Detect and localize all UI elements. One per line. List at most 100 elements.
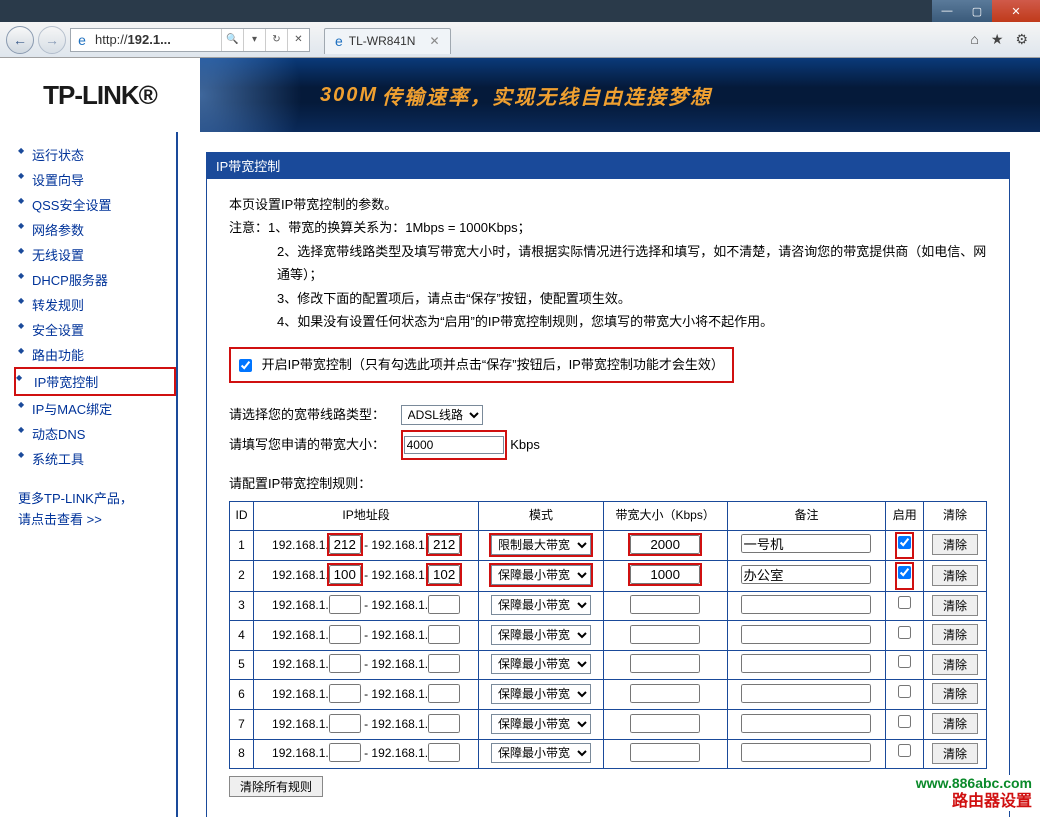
note-input[interactable] [741, 595, 871, 614]
enable-row-checkbox[interactable] [898, 566, 911, 579]
address-bar[interactable]: e http://192.1... 🔍 ▾ ↻ ✕ [70, 28, 310, 52]
ip-from-input[interactable] [329, 654, 361, 673]
sidebar-item-0[interactable]: 运行状态 [18, 142, 176, 167]
clear-row-button[interactable]: 清除 [932, 595, 978, 616]
clear-row-button[interactable]: 清除 [932, 624, 978, 645]
settings-icon[interactable]: ⚙ [1015, 31, 1028, 48]
sidebar-item-1[interactable]: 设置向导 [18, 167, 176, 192]
enable-row-checkbox[interactable] [898, 744, 911, 757]
stop-button[interactable]: ✕ [287, 29, 309, 51]
mode-select[interactable]: 限制最大带宽保障最小带宽 [491, 714, 591, 734]
bandwidth-row-input[interactable] [630, 684, 700, 703]
note-input[interactable] [741, 654, 871, 673]
enable-bandwidth-checkbox[interactable] [239, 359, 252, 372]
sidebar-item-7[interactable]: 安全设置 [18, 317, 176, 342]
clear-row-button[interactable]: 清除 [932, 683, 978, 704]
ip-to-input[interactable] [428, 743, 460, 762]
bandwidth-row-input[interactable] [630, 535, 700, 554]
ip-to-input[interactable] [428, 684, 460, 703]
ip-to-input[interactable] [428, 535, 460, 554]
mode-select[interactable]: 限制最大带宽保障最小带宽 [491, 743, 591, 763]
sidebar-item-2[interactable]: QSS安全设置 [18, 192, 176, 217]
addr-dropdown[interactable]: ▾ [243, 29, 265, 51]
sidebar-item-8[interactable]: 路由功能 [18, 342, 176, 367]
ip-from-input[interactable] [329, 565, 361, 584]
ip-from-input[interactable] [329, 535, 361, 554]
bandwidth-row-input[interactable] [630, 565, 700, 584]
enable-row-checkbox[interactable] [898, 685, 911, 698]
ip-to-input[interactable] [428, 565, 460, 584]
clear-row-button[interactable]: 清除 [932, 534, 978, 555]
brand-slogan-prefix: 300M [320, 84, 378, 107]
note-1: 1、带宽的换算关系为：1Mbps = 1000Kbps； [268, 220, 531, 235]
note-input[interactable] [741, 565, 871, 584]
window-minimize-button[interactable]: — [932, 0, 962, 22]
ip-to-input[interactable] [428, 714, 460, 733]
close-tab-icon[interactable]: ✕ [429, 34, 439, 48]
search-dropdown[interactable]: 🔍 [221, 29, 243, 51]
line-type-select[interactable]: ADSL线路 [401, 405, 483, 425]
mode-select[interactable]: 限制最大带宽保障最小带宽 [491, 595, 591, 615]
enable-row-checkbox[interactable] [898, 536, 911, 549]
sidebar-item-9[interactable]: IP带宽控制 [14, 367, 176, 396]
sidebar-item-3[interactable]: 网络参数 [18, 217, 176, 242]
ip-from-input[interactable] [329, 595, 361, 614]
panel-notes: 本页设置IP带宽控制的参数。 注意：1、带宽的换算关系为：1Mbps = 100… [229, 193, 987, 333]
enable-row-checkbox[interactable] [898, 715, 911, 728]
bandwidth-row-input[interactable] [630, 595, 700, 614]
ip-to-input[interactable] [428, 654, 460, 673]
mode-select[interactable]: 限制最大带宽保障最小带宽 [491, 654, 591, 674]
mode-select[interactable]: 限制最大带宽保障最小带宽 [491, 684, 591, 704]
bandwidth-row-input[interactable] [630, 625, 700, 644]
refresh-button[interactable]: ↻ [265, 29, 287, 51]
home-icon[interactable]: ⌂ [970, 31, 978, 48]
enable-row-checkbox[interactable] [898, 655, 911, 668]
sidebar-item-12[interactable]: 系统工具 [18, 446, 176, 471]
forward-button[interactable]: → [38, 26, 66, 54]
bandwidth-input[interactable] [404, 436, 504, 454]
note-input[interactable] [741, 743, 871, 762]
ie-icon: e [335, 33, 343, 49]
mode-select[interactable]: 限制最大带宽保障最小带宽 [491, 565, 591, 585]
favorites-icon[interactable]: ★ [991, 31, 1004, 48]
note-input[interactable] [741, 625, 871, 644]
col-note: 备注 [727, 501, 886, 530]
mode-select[interactable]: 限制最大带宽保障最小带宽 [491, 625, 591, 645]
bandwidth-row-input[interactable] [630, 654, 700, 673]
ip-from-input[interactable] [329, 684, 361, 703]
ip-to-input[interactable] [428, 595, 460, 614]
enable-row-checkbox[interactable] [898, 596, 911, 609]
ip-to-input[interactable] [428, 625, 460, 644]
sidebar-item-5[interactable]: DHCP服务器 [18, 267, 176, 292]
note-input[interactable] [741, 684, 871, 703]
mode-select[interactable]: 限制最大带宽保障最小带宽 [491, 535, 591, 555]
col-ip-segment: IP地址段 [253, 501, 478, 530]
back-button[interactable]: ← [6, 26, 34, 54]
sidebar-item-6[interactable]: 转发规则 [18, 292, 176, 317]
enable-row-checkbox[interactable] [898, 626, 911, 639]
window-close-button[interactable]: ✕ [992, 0, 1040, 22]
sidebar-item-4[interactable]: 无线设置 [18, 242, 176, 267]
sidebar-item-11[interactable]: 动态DNS [18, 421, 176, 446]
ip-from-input[interactable] [329, 625, 361, 644]
clear-all-button[interactable]: 清除所有规则 [229, 776, 323, 797]
ip-from-input[interactable] [329, 714, 361, 733]
table-row: 6192.168.1. - 192.168.1.限制最大带宽保障最小带宽清除 [230, 680, 987, 710]
clear-row-button[interactable]: 清除 [932, 654, 978, 675]
more-products-link[interactable]: 更多TP-LINK产品， 请点击查看 >> [18, 489, 176, 531]
table-row: 2192.168.1. - 192.168.1.限制最大带宽保障最小带宽清除 [230, 561, 987, 592]
clear-row-button[interactable]: 清除 [932, 713, 978, 734]
main-panel: IP带宽控制 本页设置IP带宽控制的参数。 注意：1、带宽的换算关系为：1Mbp… [176, 132, 1040, 817]
window-maximize-button[interactable]: ▢ [962, 0, 992, 22]
clear-row-button[interactable]: 清除 [932, 565, 978, 586]
note-input[interactable] [741, 534, 871, 553]
clear-row-button[interactable]: 清除 [932, 743, 978, 764]
sidebar-item-10[interactable]: IP与MAC绑定 [18, 396, 176, 421]
tab-tl-wr841n[interactable]: e TL-WR841N ✕ [324, 28, 451, 54]
ip-from-input[interactable] [329, 743, 361, 762]
note-input[interactable] [741, 714, 871, 733]
col-enable: 启用 [886, 501, 924, 530]
table-row: 1192.168.1. - 192.168.1.限制最大带宽保障最小带宽清除 [230, 530, 987, 561]
bandwidth-row-input[interactable] [630, 714, 700, 733]
bandwidth-row-input[interactable] [630, 743, 700, 762]
